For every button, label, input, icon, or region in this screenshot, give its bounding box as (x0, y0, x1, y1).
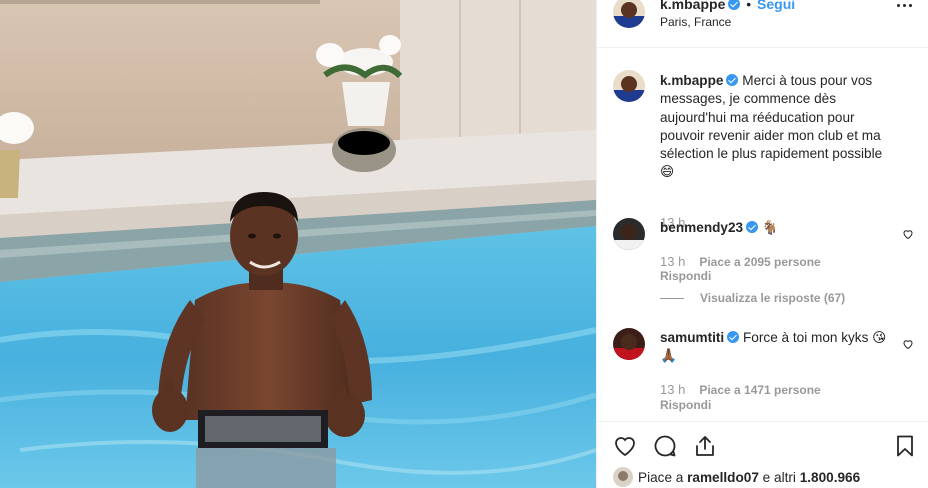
comment-bubble-icon[interactable] (653, 434, 677, 458)
author-avatar-image (613, 0, 645, 28)
view-replies-label: Visualizza le risposte (67) (700, 291, 846, 305)
commenter-avatar[interactable] (613, 328, 645, 360)
photo-illustration (0, 0, 596, 488)
more-options-icon[interactable] (897, 4, 913, 8)
heart-icon[interactable] (613, 434, 637, 458)
commenter-avatar-image (613, 218, 645, 250)
caption-text: k.mbappe Merci à tous pour vos messages,… (660, 72, 900, 182)
comment-username[interactable]: samumtiti (660, 330, 724, 345)
author-username[interactable]: k.mbappe (660, 0, 725, 12)
likes-user[interactable]: ramelldo07 (687, 470, 759, 485)
likes-summary: Piace a ramelldo07 e altri 1.800.966 (613, 467, 860, 487)
comment-body: 🐐 (761, 220, 779, 235)
comment-text: benmendy23 🐐 (660, 219, 890, 237)
view-replies-button[interactable]: Visualizza le risposte (67) (660, 291, 845, 305)
likes-suffix: e altri (758, 469, 800, 485)
comment-like-heart-icon[interactable] (902, 338, 914, 350)
comment-username[interactable]: benmendy23 (660, 220, 743, 235)
share-icon[interactable] (693, 434, 717, 458)
view-replies-line (660, 298, 684, 300)
likes-summary-text: Piace a ramelldo07 e altri 1.800.966 (638, 470, 860, 485)
caption-username[interactable]: k.mbappe (660, 73, 723, 88)
follow-button[interactable]: Segui (757, 0, 795, 12)
post-location[interactable]: Paris, France (660, 15, 731, 29)
comment-timestamp[interactable]: 13 h (660, 382, 685, 397)
likes-count[interactable]: 1.800.966 (800, 470, 860, 485)
commenter-avatar[interactable] (613, 218, 645, 250)
bookmark-icon[interactable] (893, 434, 917, 458)
reply-button[interactable]: Rispondi (660, 398, 711, 412)
caption-emoji: 😄 (660, 164, 675, 180)
post-header: k.mbappe • Segui Paris, France (597, 0, 928, 48)
post-side-panel: k.mbappe • Segui Paris, France k.mbappe … (596, 0, 928, 488)
author-avatar[interactable] (613, 0, 645, 28)
header-separator: • (746, 0, 752, 12)
header-user-line: k.mbappe • Segui (660, 0, 795, 12)
post-actions-bar (597, 421, 928, 469)
liker-avatar[interactable] (613, 467, 633, 487)
liker-avatar-image (613, 467, 633, 487)
verified-badge-icon (726, 74, 739, 86)
post-photo[interactable] (0, 0, 596, 488)
comment-timestamp[interactable]: 13 h (660, 254, 685, 269)
verified-badge-icon (728, 0, 741, 10)
comment-likes-count[interactable]: Piace a 1471 persone (699, 383, 820, 397)
reply-button[interactable]: Rispondi (660, 269, 711, 283)
comment-meta: 13 h Piace a 1471 persone (660, 382, 821, 397)
comment-like-heart-icon[interactable] (902, 228, 914, 240)
caption-avatar[interactable] (613, 70, 645, 102)
comment-likes-count[interactable]: Piace a 2095 persone (699, 255, 820, 269)
commenter-avatar-image (613, 328, 645, 360)
comment-text: samumtiti Force à toi mon kyks 😘🙏🏾 (660, 329, 890, 366)
verified-badge-icon (727, 331, 740, 343)
likes-prefix: Piace a (638, 469, 688, 485)
caption-avatar-image (613, 70, 645, 102)
comment-meta: 13 h Piace a 2095 persone (660, 254, 821, 269)
comments-list[interactable]: k.mbappe Merci à tous pour vos messages,… (597, 49, 928, 421)
verified-badge-icon (746, 221, 759, 233)
